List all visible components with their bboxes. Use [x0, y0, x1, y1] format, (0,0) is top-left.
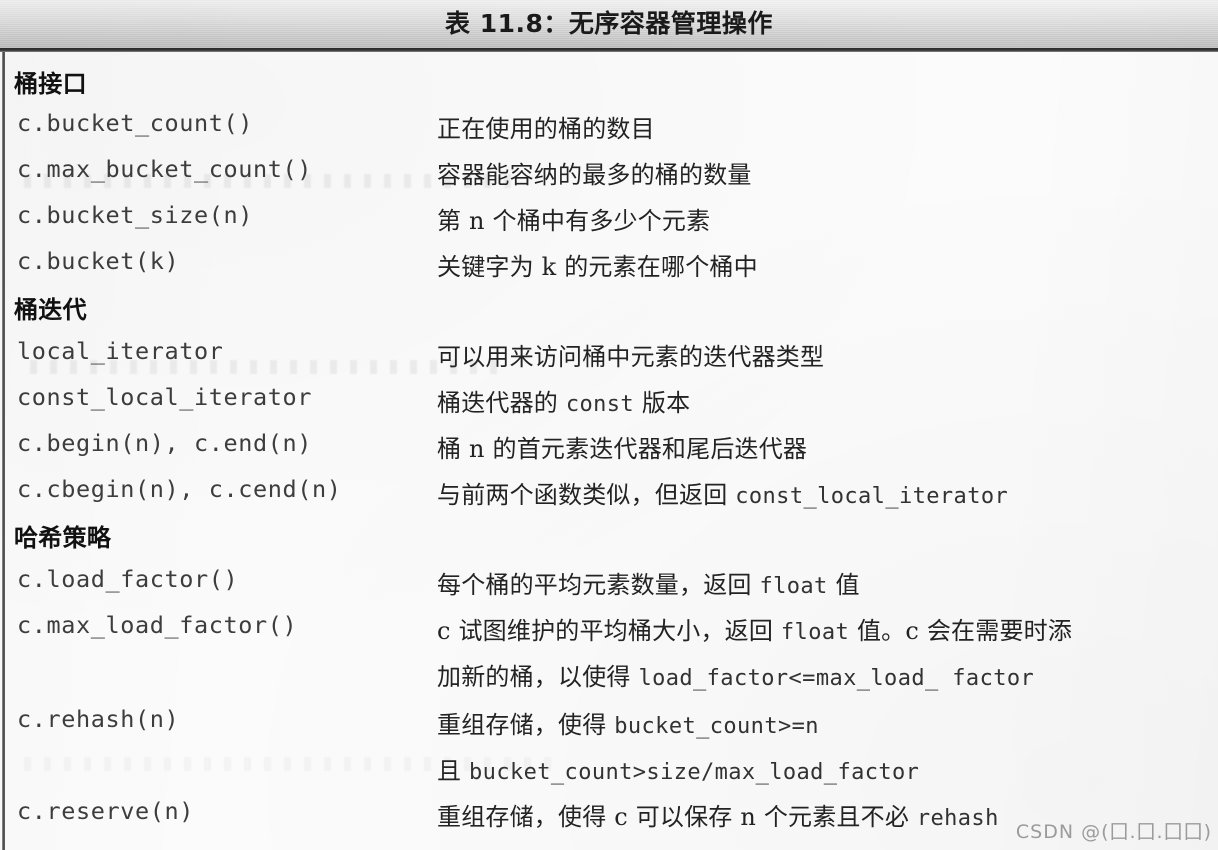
- page-bleed-smudge: [30, 360, 500, 374]
- table-body: 桶接口 c.bucket_count() 正在使用的桶的数目 c.max_buc…: [0, 52, 1218, 850]
- table-row: c.bucket_count() 正在使用的桶的数目: [0, 109, 1218, 154]
- desc-text: 重组存储，使得: [437, 711, 615, 739]
- term-const-local-iterator: const_local_iterator: [17, 383, 312, 411]
- table-caption-bar: 表 11.8：无序容器管理操作: [0, 0, 1218, 48]
- desc-code: rehash: [916, 806, 999, 831]
- desc-rehash: 重组存储，使得 bucket_count>=n: [437, 705, 819, 740]
- desc-code: float: [780, 620, 850, 645]
- table-figure: 表 11.8：无序容器管理操作 桶接口 c.bucket_count() 正在使…: [0, 0, 1218, 850]
- section-heading-bucket-iteration: 桶迭代: [14, 296, 87, 324]
- desc-text: 值: [827, 571, 860, 599]
- term-bucket-count: c.bucket_count(): [17, 109, 253, 137]
- desc-text: 加新的桶，以使得: [437, 663, 639, 691]
- desc-bucket: 关键字为 k 的元素在哪个桶中: [437, 253, 758, 281]
- desc-code: const: [565, 392, 635, 417]
- csdn-watermark: CSDN @(囗.囗.囗囗): [1015, 821, 1212, 843]
- term-reserve: c.reserve(n): [17, 797, 194, 825]
- desc-code: float: [759, 574, 828, 599]
- table-row: c.cbegin(n), c.cend(n) 与前两个函数类似，但返回 cons…: [0, 475, 1218, 520]
- table-row: const_local_iterator 桶迭代器的 const 版本: [0, 383, 1218, 428]
- page-bleed-smudge: [24, 757, 564, 771]
- term-begin-end: c.begin(n), c.end(n): [17, 429, 312, 457]
- section-heading-hash-policy: 哈希策略: [14, 524, 112, 552]
- table-row: c.bucket(k) 关键字为 k 的元素在哪个桶中: [0, 247, 1218, 292]
- desc-text: 每个桶的平均元素数量，返回: [437, 571, 760, 599]
- desc-reserve: 重组存储，使得 c 可以保存 n 个元素且不必 rehash: [437, 797, 999, 832]
- desc-text: 与前两个函数类似，但返回: [437, 481, 736, 509]
- table-row-continuation: 加新的桶，以使得 load_factor<=max_load_ factor: [0, 657, 1218, 702]
- desc-text: c 试图维护的平均桶大小，返回: [437, 617, 781, 645]
- table-row: c.load_factor() 每个桶的平均元素数量，返回 float 值: [0, 565, 1218, 610]
- term-cbegin-cend: c.cbegin(n), c.cend(n): [17, 475, 342, 503]
- desc-bucket-size: 第 n 个桶中有多少个元素: [437, 207, 711, 235]
- desc-text: 版本: [634, 389, 691, 417]
- term-rehash: c.rehash(n): [17, 705, 180, 733]
- desc-code: bucket_count>=n: [614, 714, 819, 739]
- desc-max-load-factor-cont: 加新的桶，以使得 load_factor<=max_load_ factor: [437, 657, 1034, 692]
- desc-const-local-iterator: 桶迭代器的 const 版本: [437, 383, 690, 418]
- desc-begin-end: 桶 n 的首元素迭代器和尾后迭代器: [437, 435, 808, 463]
- table-section-header-row: 桶接口: [0, 64, 1218, 109]
- term-max-load-factor: c.max_load_factor(): [17, 611, 298, 639]
- term-load-factor: c.load_factor(): [17, 565, 239, 593]
- desc-max-load-factor: c 试图维护的平均桶大小，返回 float 值。c 会在需要时添: [437, 611, 1072, 646]
- term-bucket-size: c.bucket_size(n): [17, 201, 253, 229]
- desc-load-factor: 每个桶的平均元素数量，返回 float 值: [437, 565, 860, 600]
- desc-text: 重组存储，使得 c 可以保存 n 个元素且不必: [437, 803, 917, 831]
- table-section-header-row: 哈希策略: [0, 518, 1218, 563]
- table-caption-text: 表 11.8：无序容器管理操作: [445, 9, 773, 38]
- desc-code: load_factor<=max_load_ factor: [638, 666, 1035, 691]
- table-row: c.max_load_factor() c 试图维护的平均桶大小，返回 floa…: [0, 611, 1218, 656]
- term-bucket: c.bucket(k): [17, 247, 180, 275]
- desc-cbegin-cend: 与前两个函数类似，但返回 const_local_iterator: [437, 475, 1008, 510]
- desc-text: 值。c 会在需要时添: [849, 617, 1073, 645]
- section-heading-bucket-interface: 桶接口: [14, 70, 87, 98]
- table-row: c.rehash(n) 重组存储，使得 bucket_count>=n: [0, 705, 1218, 750]
- desc-code: const_local_iterator: [735, 484, 1009, 509]
- table-row: c.bucket_size(n) 第 n 个桶中有多少个元素: [0, 201, 1218, 246]
- table-row: c.begin(n), c.end(n) 桶 n 的首元素迭代器和尾后迭代器: [0, 429, 1218, 474]
- desc-bucket-count: 正在使用的桶的数目: [437, 115, 655, 143]
- page-bleed-smudge: [24, 174, 524, 188]
- desc-text: 桶迭代器的: [437, 389, 566, 417]
- table-section-header-row: 桶迭代: [0, 290, 1218, 335]
